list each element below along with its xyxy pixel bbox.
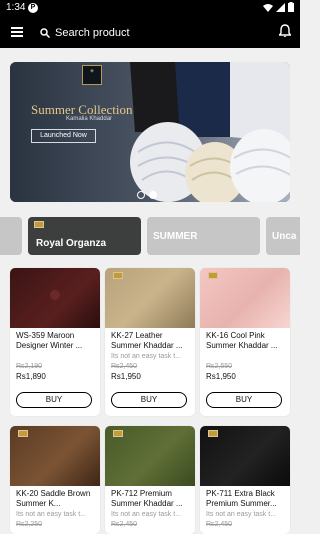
carousel-dot-active[interactable]: [149, 191, 157, 199]
product-tagline: Its not an easy task t...: [111, 353, 182, 360]
carousel-indicator: [137, 186, 161, 202]
product-name: WS-359 Maroon Designer Winter ...: [16, 331, 83, 350]
product-name: KK-27 Leather Summer Khaddar ...: [111, 331, 183, 350]
category-label: Royal Organza: [36, 237, 107, 249]
status-icons: [263, 2, 294, 13]
product-price: Rs1,950: [206, 372, 236, 381]
product-card[interactable]: KK-16 Cool Pink Summer Khaddar ... Rs2,5…: [200, 268, 290, 416]
buy-button[interactable]: BUY: [206, 392, 282, 408]
product-brand-tag: [208, 430, 218, 437]
product-image: [10, 268, 100, 328]
category-chip-royal-organza[interactable]: Royal Organza: [28, 217, 141, 255]
product-card[interactable]: WS-359 Maroon Designer Winter ... Rs2,19…: [10, 268, 100, 416]
battery-icon: [288, 2, 294, 13]
product-brand-mark: [50, 290, 60, 300]
product-image: [105, 268, 195, 328]
product-tagline: Its not an easy task t...: [111, 511, 182, 518]
category-chip-summer[interactable]: SUMMER: [147, 217, 260, 255]
product-card[interactable]: KK-20 Saddle Brown Summer K... Its not a…: [10, 426, 100, 534]
product-tagline: [200, 352, 290, 361]
app-bar: Search product: [0, 16, 300, 48]
category-thumbnail: [34, 221, 44, 228]
product-brand-tag: [113, 272, 123, 279]
product-tagline: [10, 352, 100, 361]
banner-cta: Launched Now: [31, 129, 96, 143]
product-card[interactable]: PK-711 Extra Black Premium Summer... Its…: [200, 426, 290, 534]
product-old-price: Rs2,450: [111, 521, 138, 528]
search-bar[interactable]: Search product: [40, 25, 130, 41]
hamburger-menu-icon[interactable]: [10, 25, 24, 39]
wifi-icon: [263, 3, 274, 12]
product-old-price: Rs2,450: [206, 521, 233, 528]
category-carousel: Royal Organza SUMMER Unca: [0, 217, 300, 255]
hero-banner[interactable]: ◈ Summer Collection Kamalia Khaddar Laun…: [10, 62, 290, 202]
status-time: 1:34: [6, 2, 26, 13]
product-price: Rs1,890: [16, 372, 46, 381]
product-name: PK-711 Extra Black Premium Summer...: [206, 489, 277, 508]
banner-subtitle: Kamalia Khaddar: [66, 116, 113, 122]
product-image: [200, 426, 290, 486]
product-old-price: Rs2,450: [111, 363, 138, 370]
category-chip-next[interactable]: Unca: [266, 217, 300, 255]
product-image: [105, 426, 195, 486]
product-brand-tag: [208, 272, 218, 279]
brand-logo: ◈: [82, 65, 102, 85]
product-old-price: Rs2,250: [16, 521, 43, 528]
product-image: [200, 268, 290, 328]
category-chip-prev[interactable]: [0, 217, 22, 255]
status-bar: 1:34 P: [0, 0, 300, 16]
product-card[interactable]: KK-27 Leather Summer Khaddar ... Its not…: [105, 268, 195, 416]
signal-icon: [276, 2, 286, 12]
product-card[interactable]: PK-712 Premium Summer Khaddar ... Its no…: [105, 426, 195, 534]
product-brand-tag: [113, 430, 123, 437]
product-image: [10, 426, 100, 486]
product-brand-tag: [18, 430, 28, 437]
search-icon: [40, 28, 50, 38]
product-old-price: Rs2,190: [16, 363, 43, 370]
buy-button[interactable]: BUY: [111, 392, 187, 408]
buy-button[interactable]: BUY: [16, 392, 92, 408]
product-name: KK-20 Saddle Brown Summer K...: [16, 489, 91, 508]
product-tagline: Its not an easy task t...: [206, 511, 277, 518]
search-label: Search product: [55, 27, 130, 39]
carousel-dot[interactable]: [137, 191, 145, 199]
product-tagline: Its not an easy task t...: [16, 511, 87, 518]
notification-bell-icon[interactable]: [279, 24, 291, 38]
category-label: SUMMER: [153, 230, 198, 242]
product-name: KK-16 Cool Pink Summer Khaddar ...: [206, 331, 278, 350]
product-old-price: Rs2,550: [206, 363, 233, 370]
app-notification-icon: P: [28, 3, 38, 13]
product-name: PK-712 Premium Summer Khaddar ...: [111, 489, 183, 508]
category-label: Unca: [272, 230, 297, 242]
product-price: Rs1,950: [111, 372, 141, 381]
